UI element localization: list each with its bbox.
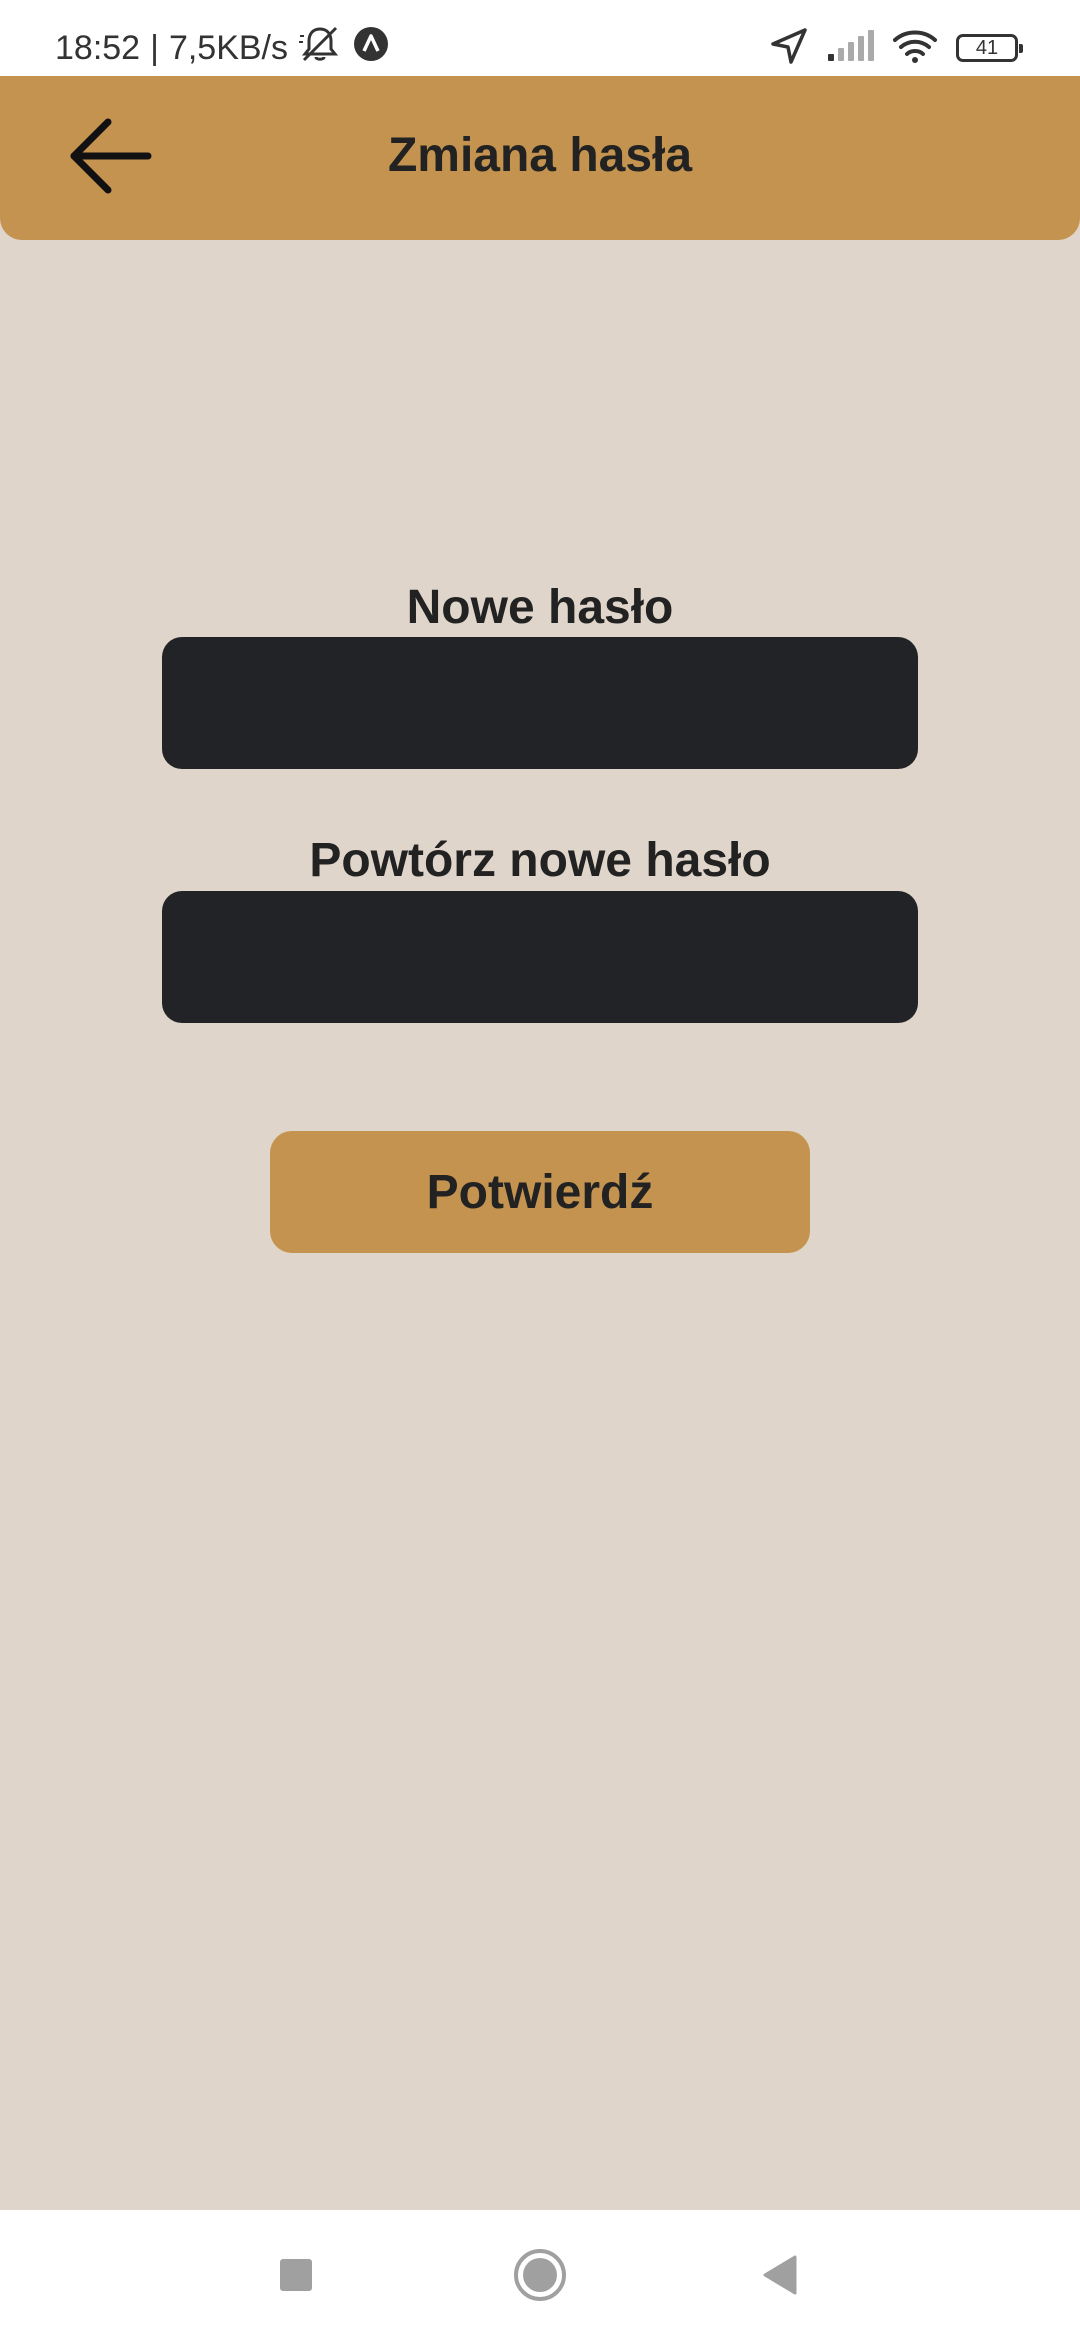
home-button[interactable]	[505, 2240, 575, 2310]
new-password-field[interactable]	[162, 637, 918, 769]
status-separator: |	[150, 28, 159, 67]
confirm-button[interactable]: Potwierdź	[270, 1131, 810, 1253]
repeat-password-label: Powtórz nowe hasło	[309, 834, 771, 887]
home-circle-icon	[514, 2249, 566, 2301]
app-bar: Zmiana hasła	[0, 76, 1080, 240]
confirm-button-label: Potwierdź	[426, 1165, 654, 1219]
status-bar: 18:52 | 7,5KB/s 41	[0, 0, 1080, 76]
battery-level: 41	[975, 36, 999, 59]
page-title: Zmiana hasła	[387, 129, 693, 182]
battery-icon: 41	[956, 34, 1023, 62]
system-back-button[interactable]	[745, 2240, 815, 2310]
recents-button[interactable]	[261, 2240, 331, 2310]
wifi-icon	[892, 28, 938, 69]
status-right: 41	[770, 20, 1023, 76]
signal-icon	[826, 29, 874, 67]
muted-bell-icon	[298, 24, 342, 73]
recents-square-icon	[280, 2259, 312, 2291]
new-password-label: Nowe hasło	[406, 581, 674, 634]
repeat-password-field[interactable]	[162, 891, 918, 1023]
system-nav-bar	[0, 2210, 1080, 2340]
status-network-speed: 7,5KB/s	[168, 28, 289, 67]
status-time: 18:52	[55, 28, 141, 67]
app-notification-icon	[352, 25, 390, 72]
location-arrow-icon	[770, 27, 808, 70]
back-triangle-icon	[763, 2255, 797, 2295]
status-left: 18:52 | 7,5KB/s	[55, 20, 390, 76]
